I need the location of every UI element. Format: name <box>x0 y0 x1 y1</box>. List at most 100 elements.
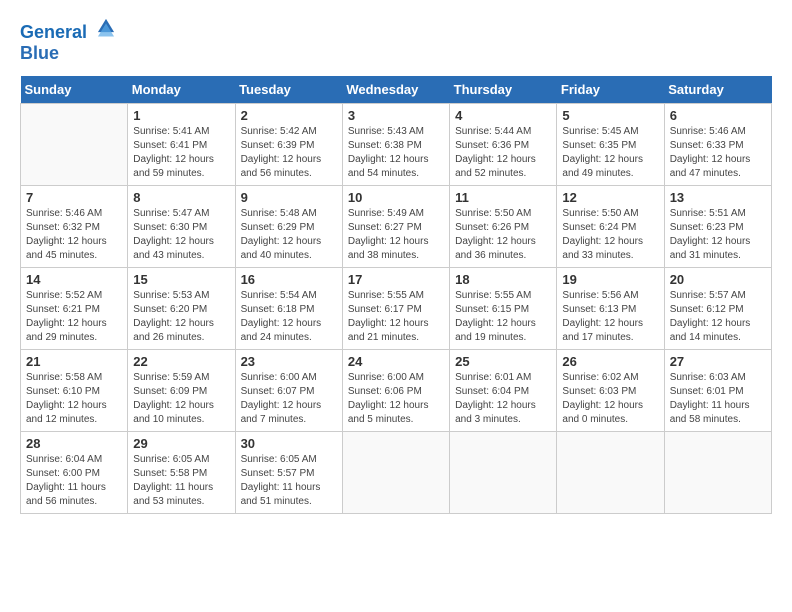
day-number: 15 <box>133 272 229 287</box>
weekday-header-thursday: Thursday <box>450 76 557 104</box>
day-cell: 18 Sunrise: 5:55 AM Sunset: 6:15 PM Dayli… <box>450 267 557 349</box>
weekday-header-friday: Friday <box>557 76 664 104</box>
day-info: Sunrise: 6:00 AM Sunset: 6:07 PM Dayligh… <box>241 371 337 427</box>
weekday-header-sunday: Sunday <box>21 76 128 104</box>
day-number: 11 <box>455 190 551 205</box>
day-number: 9 <box>241 190 337 205</box>
day-cell <box>450 431 557 513</box>
weekday-header-wednesday: Wednesday <box>342 76 449 104</box>
day-info: Sunrise: 5:55 AM Sunset: 6:17 PM Dayligh… <box>348 289 444 345</box>
week-row-2: 7 Sunrise: 5:46 AM Sunset: 6:32 PM Daylig… <box>21 185 772 267</box>
day-number: 29 <box>133 436 229 451</box>
weekday-header-tuesday: Tuesday <box>235 76 342 104</box>
day-cell: 30 Sunrise: 6:05 AM Sunset: 5:57 PM Dayli… <box>235 431 342 513</box>
week-row-3: 14 Sunrise: 5:52 AM Sunset: 6:21 PM Dayli… <box>21 267 772 349</box>
day-cell: 15 Sunrise: 5:53 AM Sunset: 6:20 PM Dayli… <box>128 267 235 349</box>
day-number: 23 <box>241 354 337 369</box>
day-cell: 22 Sunrise: 5:59 AM Sunset: 6:09 PM Dayli… <box>128 349 235 431</box>
day-info: Sunrise: 5:56 AM Sunset: 6:13 PM Dayligh… <box>562 289 658 345</box>
day-info: Sunrise: 5:46 AM Sunset: 6:32 PM Dayligh… <box>26 207 122 263</box>
day-number: 2 <box>241 108 337 123</box>
day-cell: 23 Sunrise: 6:00 AM Sunset: 6:07 PM Dayli… <box>235 349 342 431</box>
day-info: Sunrise: 5:55 AM Sunset: 6:15 PM Dayligh… <box>455 289 551 345</box>
day-number: 27 <box>670 354 766 369</box>
day-number: 13 <box>670 190 766 205</box>
day-cell: 14 Sunrise: 5:52 AM Sunset: 6:21 PM Dayli… <box>21 267 128 349</box>
day-info: Sunrise: 5:45 AM Sunset: 6:35 PM Dayligh… <box>562 125 658 181</box>
day-info: Sunrise: 5:52 AM Sunset: 6:21 PM Dayligh… <box>26 289 122 345</box>
logo-text: General <box>20 16 117 43</box>
day-cell: 19 Sunrise: 5:56 AM Sunset: 6:13 PM Dayli… <box>557 267 664 349</box>
day-info: Sunrise: 6:01 AM Sunset: 6:04 PM Dayligh… <box>455 371 551 427</box>
day-number: 21 <box>26 354 122 369</box>
day-number: 19 <box>562 272 658 287</box>
day-info: Sunrise: 5:49 AM Sunset: 6:27 PM Dayligh… <box>348 207 444 263</box>
day-cell <box>21 103 128 185</box>
week-row-5: 28 Sunrise: 6:04 AM Sunset: 6:00 PM Dayli… <box>21 431 772 513</box>
day-info: Sunrise: 5:44 AM Sunset: 6:36 PM Dayligh… <box>455 125 551 181</box>
day-info: Sunrise: 5:59 AM Sunset: 6:09 PM Dayligh… <box>133 371 229 427</box>
day-info: Sunrise: 5:42 AM Sunset: 6:39 PM Dayligh… <box>241 125 337 181</box>
day-cell: 26 Sunrise: 6:02 AM Sunset: 6:03 PM Dayli… <box>557 349 664 431</box>
day-cell: 16 Sunrise: 5:54 AM Sunset: 6:18 PM Dayli… <box>235 267 342 349</box>
day-info: Sunrise: 6:05 AM Sunset: 5:57 PM Dayligh… <box>241 453 337 509</box>
day-info: Sunrise: 5:50 AM Sunset: 6:24 PM Dayligh… <box>562 207 658 263</box>
day-number: 26 <box>562 354 658 369</box>
day-number: 28 <box>26 436 122 451</box>
day-number: 1 <box>133 108 229 123</box>
day-info: Sunrise: 5:47 AM Sunset: 6:30 PM Dayligh… <box>133 207 229 263</box>
day-number: 5 <box>562 108 658 123</box>
day-cell: 20 Sunrise: 5:57 AM Sunset: 6:12 PM Dayli… <box>664 267 771 349</box>
day-cell: 12Sunrise: 5:50 AM Sunset: 6:24 PM Dayli… <box>557 185 664 267</box>
day-cell: 8Sunrise: 5:47 AM Sunset: 6:30 PM Daylig… <box>128 185 235 267</box>
day-number: 25 <box>455 354 551 369</box>
day-cell: 1Sunrise: 5:41 AM Sunset: 6:41 PM Daylig… <box>128 103 235 185</box>
day-cell: 21 Sunrise: 5:58 AM Sunset: 6:10 PM Dayli… <box>21 349 128 431</box>
day-number: 22 <box>133 354 229 369</box>
day-number: 20 <box>670 272 766 287</box>
week-row-4: 21 Sunrise: 5:58 AM Sunset: 6:10 PM Dayli… <box>21 349 772 431</box>
day-info: Sunrise: 6:04 AM Sunset: 6:00 PM Dayligh… <box>26 453 122 509</box>
day-info: Sunrise: 6:02 AM Sunset: 6:03 PM Dayligh… <box>562 371 658 427</box>
day-info: Sunrise: 5:50 AM Sunset: 6:26 PM Dayligh… <box>455 207 551 263</box>
day-cell: 2 Sunrise: 5:42 AM Sunset: 6:39 PM Daylig… <box>235 103 342 185</box>
day-info: Sunrise: 5:43 AM Sunset: 6:38 PM Dayligh… <box>348 125 444 181</box>
day-cell: 7 Sunrise: 5:46 AM Sunset: 6:32 PM Daylig… <box>21 185 128 267</box>
day-cell: 13 Sunrise: 5:51 AM Sunset: 6:23 PM Dayli… <box>664 185 771 267</box>
day-number: 14 <box>26 272 122 287</box>
weekday-header-row: SundayMondayTuesdayWednesdayThursdayFrid… <box>21 76 772 104</box>
day-number: 10 <box>348 190 444 205</box>
day-number: 30 <box>241 436 337 451</box>
day-number: 7 <box>26 190 122 205</box>
logo-blue: Blue <box>20 43 117 64</box>
day-number: 24 <box>348 354 444 369</box>
day-number: 3 <box>348 108 444 123</box>
day-info: Sunrise: 5:57 AM Sunset: 6:12 PM Dayligh… <box>670 289 766 345</box>
day-info: Sunrise: 5:58 AM Sunset: 6:10 PM Dayligh… <box>26 371 122 427</box>
logo-icon <box>95 16 117 38</box>
day-cell: 25 Sunrise: 6:01 AM Sunset: 6:04 PM Dayli… <box>450 349 557 431</box>
day-cell <box>664 431 771 513</box>
day-info: Sunrise: 5:51 AM Sunset: 6:23 PM Dayligh… <box>670 207 766 263</box>
day-cell: 11 Sunrise: 5:50 AM Sunset: 6:26 PM Dayli… <box>450 185 557 267</box>
calendar-table: SundayMondayTuesdayWednesdayThursdayFrid… <box>20 76 772 514</box>
day-number: 6 <box>670 108 766 123</box>
day-cell: 29Sunrise: 6:05 AM Sunset: 5:58 PM Dayli… <box>128 431 235 513</box>
page-header: General Blue <box>20 16 772 64</box>
day-number: 4 <box>455 108 551 123</box>
day-number: 16 <box>241 272 337 287</box>
day-info: Sunrise: 6:03 AM Sunset: 6:01 PM Dayligh… <box>670 371 766 427</box>
day-number: 17 <box>348 272 444 287</box>
weekday-header-monday: Monday <box>128 76 235 104</box>
day-info: Sunrise: 6:00 AM Sunset: 6:06 PM Dayligh… <box>348 371 444 427</box>
day-info: Sunrise: 5:53 AM Sunset: 6:20 PM Dayligh… <box>133 289 229 345</box>
day-cell: 6 Sunrise: 5:46 AM Sunset: 6:33 PM Daylig… <box>664 103 771 185</box>
day-cell: 5 Sunrise: 5:45 AM Sunset: 6:35 PM Daylig… <box>557 103 664 185</box>
day-number: 18 <box>455 272 551 287</box>
day-cell: 27 Sunrise: 6:03 AM Sunset: 6:01 PM Dayli… <box>664 349 771 431</box>
day-cell: 10 Sunrise: 5:49 AM Sunset: 6:27 PM Dayli… <box>342 185 449 267</box>
day-info: Sunrise: 5:54 AM Sunset: 6:18 PM Dayligh… <box>241 289 337 345</box>
day-cell: 3 Sunrise: 5:43 AM Sunset: 6:38 PM Daylig… <box>342 103 449 185</box>
day-info: Sunrise: 5:48 AM Sunset: 6:29 PM Dayligh… <box>241 207 337 263</box>
day-info: Sunrise: 5:46 AM Sunset: 6:33 PM Dayligh… <box>670 125 766 181</box>
